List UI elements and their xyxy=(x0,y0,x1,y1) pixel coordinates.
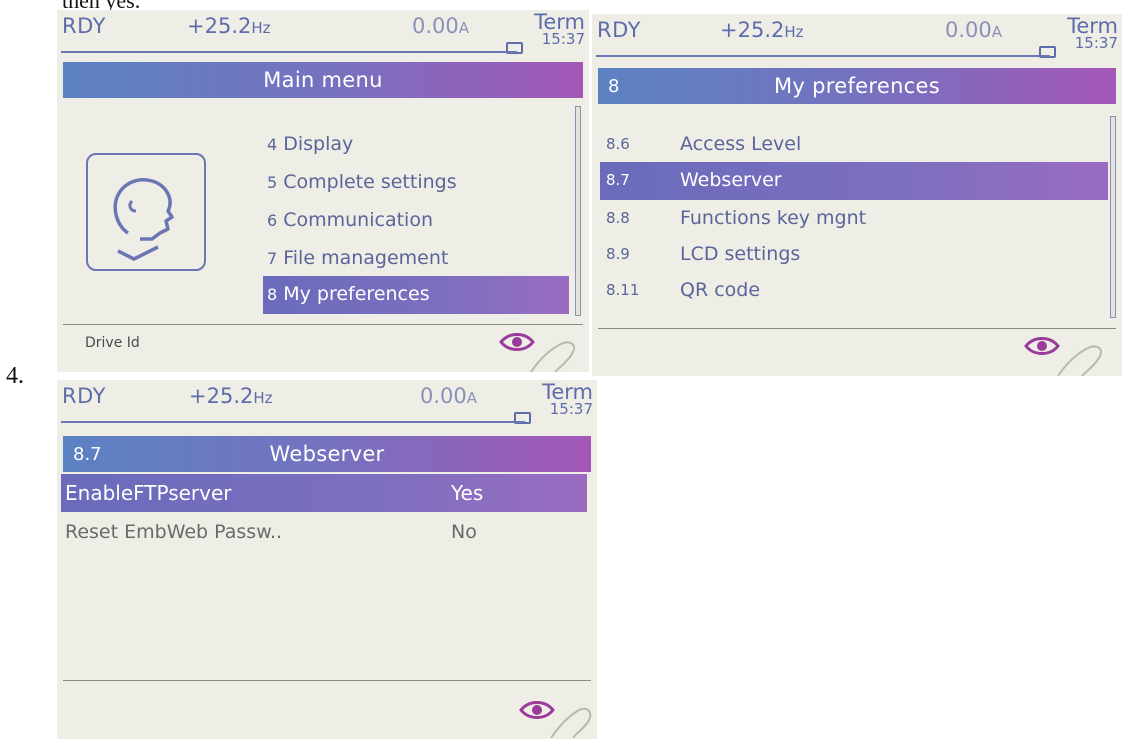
current-readout: 0.00A xyxy=(944,18,1002,42)
status-divider xyxy=(61,421,525,423)
screen-title-bar: 8.7 Webserver xyxy=(63,436,591,472)
param-reset-embweb-password[interactable]: Reset EmbWeb Passw.. No xyxy=(61,514,587,552)
drive-state: RDY xyxy=(62,14,106,38)
param-value: No xyxy=(451,521,477,543)
finger-icon xyxy=(530,341,575,372)
frequency-readout: +25.2Hz xyxy=(720,18,804,42)
status-bar: RDY +25.2Hz 0.00A Term 15:37 xyxy=(57,10,589,60)
param-enable-ftp-server[interactable]: EnableFTPserver Yes xyxy=(61,474,587,512)
current-readout: 0.00A xyxy=(411,14,469,38)
menu-item-display[interactable]: 4 Display xyxy=(263,126,573,164)
footer-divider xyxy=(63,324,583,325)
step-number: 4. xyxy=(6,363,24,389)
drive-head-icon xyxy=(86,153,206,271)
my-preferences-screen: RDY +25.2Hz 0.00A Term 15:37 8 My prefer… xyxy=(592,14,1122,376)
menu-item-file-management[interactable]: 7 File management xyxy=(263,240,573,278)
webserver-screen: RDY +25.2Hz 0.00A Term 15:37 8.7 Webserv… xyxy=(57,380,597,739)
menu-item-qr-code[interactable]: 8.11 QR code xyxy=(600,272,1108,310)
page-title: Main menu xyxy=(263,68,383,92)
frequency-readout: +25.2Hz xyxy=(189,384,273,408)
page-title: Webserver xyxy=(269,442,385,466)
footer-divider xyxy=(598,328,1116,329)
status-bar: RDY +25.2Hz 0.00A Term 15:37 xyxy=(57,380,597,430)
finger-icon xyxy=(1057,345,1102,376)
status-divider xyxy=(596,55,1050,57)
drive-id-label[interactable]: Drive Id xyxy=(85,335,140,351)
finger-icon xyxy=(550,707,592,738)
page-title: My preferences xyxy=(774,74,940,98)
scrollbar[interactable] xyxy=(1110,116,1116,318)
status-bar: RDY +25.2Hz 0.00A Term 15:37 xyxy=(592,14,1122,64)
footer-divider xyxy=(63,680,591,681)
screen-title-bar: Main menu xyxy=(63,62,583,98)
scrollbar[interactable] xyxy=(575,106,581,316)
frequency-readout: +25.2Hz xyxy=(187,14,271,38)
menu-item-access-level[interactable]: 8.6 Access Level xyxy=(600,126,1108,164)
clock: 15:37 xyxy=(549,400,593,418)
status-divider xyxy=(61,51,517,53)
param-value: Yes xyxy=(451,481,484,505)
menu-item-complete-settings[interactable]: 5 Complete settings xyxy=(263,164,573,202)
menu-item-my-preferences[interactable]: 8 My preferences xyxy=(263,276,569,314)
drive-state: RDY xyxy=(597,18,641,42)
clock: 15:37 xyxy=(541,30,585,48)
menu-item-functions-key-mgnt[interactable]: 8.8 Functions key mgnt xyxy=(600,200,1108,238)
main-menu-screen: RDY +25.2Hz 0.00A Term 15:37 Main menu 4… xyxy=(57,10,589,372)
clock: 15:37 xyxy=(1074,34,1118,52)
screen-title-bar: 8 My preferences xyxy=(598,68,1116,104)
menu-item-lcd-settings[interactable]: 8.9 LCD settings xyxy=(600,236,1108,274)
drive-state: RDY xyxy=(62,384,106,408)
menu-item-webserver[interactable]: 8.7 Webserver xyxy=(600,162,1108,200)
current-readout: 0.00A xyxy=(419,384,477,408)
menu-item-communication[interactable]: 6 Communication xyxy=(263,202,573,240)
